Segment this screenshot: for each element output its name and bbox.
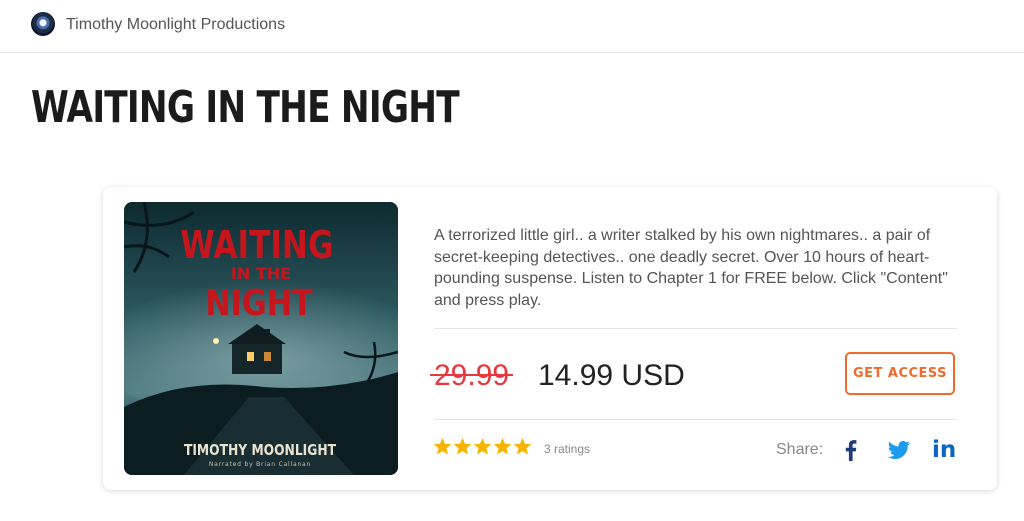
divider [434,328,957,329]
brand-name[interactable]: Timothy Moonlight Productions [66,16,285,34]
star-icon [513,437,532,455]
star-icon [433,437,452,455]
cover-title-line2: IN THE [231,264,291,283]
star-icon [493,437,512,455]
page-title: WAITING IN THE NIGHT [31,82,460,133]
star-icon [473,437,492,455]
rating-count[interactable]: 3 ratings [544,442,590,456]
facebook-icon[interactable] [841,438,861,462]
price-strikethrough [430,374,514,376]
product-card: WAITING IN THE NIGHT TIMOTHY MOONLIGHT N… [103,187,997,490]
cover-title-line1: WAITING [180,224,333,268]
star-rating [433,437,532,457]
get-access-button[interactable]: GET ACCESS [845,352,955,395]
linkedin-icon[interactable]: in [932,438,958,462]
original-price: 29.99 [430,359,514,393]
twitter-icon[interactable] [886,438,912,462]
divider [434,419,957,420]
cover-narrator: Narrated by Brian Callanan [209,461,311,468]
star-icon [453,437,472,455]
cover-artwork: WAITING IN THE NIGHT TIMOTHY MOONLIGHT N… [124,202,398,475]
share-label: Share: [776,441,824,458]
top-bar: Timothy Moonlight Productions [0,0,1024,53]
cover-author: TIMOTHY MOONLIGHT [184,442,337,459]
cover-image: WAITING IN THE NIGHT TIMOTHY MOONLIGHT N… [124,202,398,475]
brand-logo-icon[interactable] [31,12,55,36]
sale-price: 14.99 USD [538,359,685,392]
product-description: A terrorized little girl.. a writer stal… [434,227,948,309]
cover-title-line3: NIGHT [205,281,313,323]
